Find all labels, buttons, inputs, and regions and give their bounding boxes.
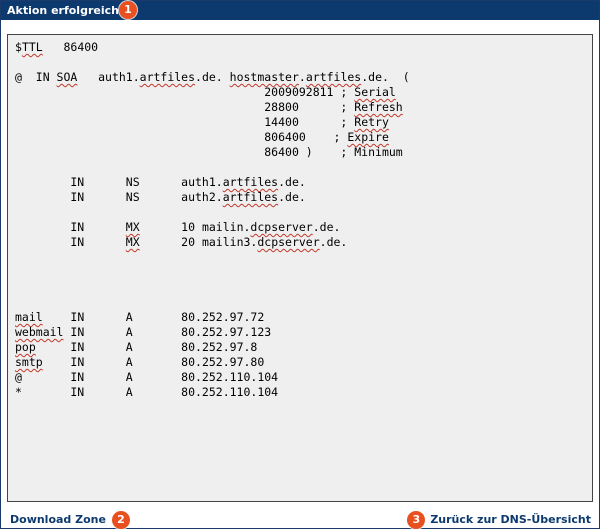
back-to-dns-overview-link[interactable]: 3 Zurück zur DNS-Übersicht bbox=[407, 511, 591, 529]
footer: Download Zone 2 3 Zurück zur DNS-Übersic… bbox=[1, 509, 599, 529]
back-to-dns-overview-label: Zurück zur DNS-Übersicht bbox=[430, 513, 591, 526]
zone-file-box: $TTL 86400 @ IN SOA auth1.artfiles.de. h… bbox=[7, 34, 593, 502]
step-badge-3: 3 bbox=[407, 511, 426, 529]
download-zone-label: Download Zone bbox=[10, 513, 106, 526]
step-badge-2: 2 bbox=[111, 511, 130, 529]
title-bar: Aktion erfolgreich! 1 bbox=[1, 1, 599, 20]
status-title: Aktion erfolgreich! bbox=[7, 4, 124, 17]
zone-file-text: $TTL 86400 @ IN SOA auth1.artfiles.de. h… bbox=[15, 40, 410, 399]
download-zone-link[interactable]: Download Zone 2 bbox=[10, 511, 130, 529]
dns-zone-panel: Aktion erfolgreich! 1 $TTL 86400 @ IN SO… bbox=[0, 0, 600, 529]
step-badge-1: 1 bbox=[119, 1, 137, 19]
